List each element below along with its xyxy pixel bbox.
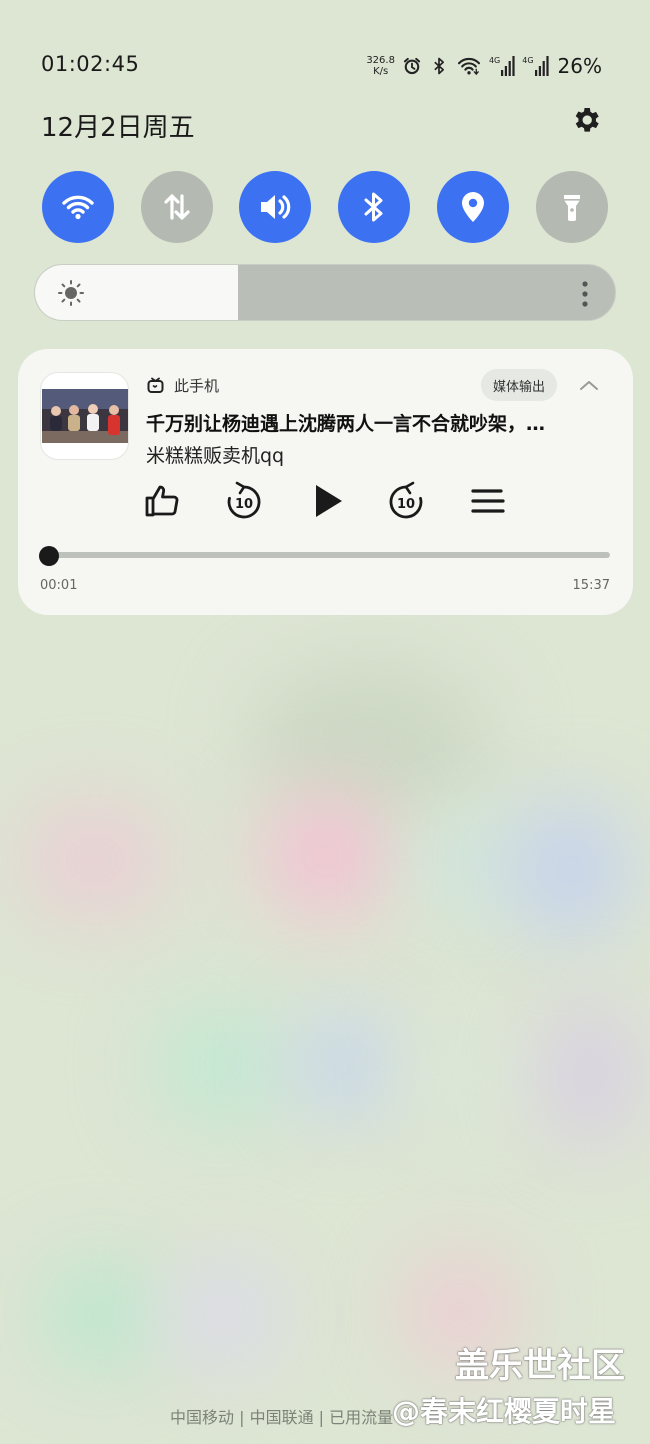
forward-10-button[interactable]: 10 [384, 479, 428, 523]
media-source-label: 此手机 [174, 376, 220, 395]
media-output-button[interactable]: 媒体输出 [481, 369, 558, 401]
svg-text:10: 10 [397, 497, 415, 512]
seek-thumb[interactable] [38, 546, 59, 566]
watermark-title: 盖乐世社区 [455, 1346, 625, 1386]
signal-tag: 4G [488, 56, 501, 65]
location-tile[interactable] [437, 171, 509, 243]
quick-settings-tiles [42, 171, 608, 243]
rewind-10-icon: 10 [227, 481, 261, 519]
chevron-up-icon[interactable] [577, 374, 601, 398]
wifi-icon [456, 56, 482, 76]
sound-tile[interactable] [239, 171, 311, 243]
date-label: 12月2日周五 [41, 113, 195, 143]
watermark-author: @春末红樱夏时星 [392, 1395, 617, 1428]
media-source: 此手机 [147, 375, 219, 395]
media-thumbnail[interactable] [40, 372, 129, 460]
signal-tag: 4G [522, 56, 534, 65]
wifi-tile[interactable] [42, 171, 114, 243]
seek-bar[interactable] [38, 546, 610, 566]
media-player-card: 此手机 媒体输出 千万别让杨迪遇上沈腾两人一言不合就吵架，… 米糕糕贩卖机qq … [18, 349, 633, 615]
location-pin-icon [462, 192, 484, 222]
speaker-icon [261, 195, 291, 219]
gear-icon[interactable] [570, 104, 602, 136]
like-button[interactable] [140, 479, 184, 523]
video-thumbnail-image [42, 389, 128, 443]
total-duration: 15:37 [572, 578, 610, 593]
bluetooth-icon [429, 56, 449, 76]
network-speed-value: 326.8 [366, 55, 395, 66]
play-button[interactable] [304, 479, 348, 523]
wifi-icon [62, 195, 94, 220]
thumbs-up-icon [145, 485, 179, 517]
media-controls: 10 10 [18, 479, 633, 523]
brightness-slider[interactable] [34, 264, 616, 321]
queue-button[interactable] [466, 479, 510, 523]
elapsed-time: 00:01 [40, 578, 78, 593]
play-icon [316, 485, 342, 517]
forward-10-icon: 10 [389, 481, 423, 519]
flashlight-tile[interactable] [536, 171, 608, 243]
rewind-10-button[interactable]: 10 [222, 479, 266, 523]
network-speed: 326.8 K/s [366, 55, 395, 77]
svg-text:10: 10 [235, 497, 253, 512]
sun-icon [58, 280, 84, 306]
seek-track [40, 552, 610, 558]
status-icons: 326.8 K/s 4G 4G 26% [366, 50, 602, 82]
status-time: 01:02:45 [41, 52, 140, 76]
media-artist: 米糕糕贩卖机qq [146, 445, 285, 467]
bluetooth-tile[interactable] [338, 171, 410, 243]
tv-app-icon [147, 377, 164, 393]
bluetooth-icon [364, 192, 383, 222]
more-options-icon[interactable] [581, 280, 589, 308]
network-speed-unit: K/s [373, 66, 389, 77]
flashlight-icon [564, 195, 580, 221]
carrier-info: 中国移动 | 中国联通 | 已用流量 [170, 1408, 394, 1427]
signal-icon: 4G [489, 56, 515, 76]
signal-icon: 4G [522, 56, 549, 76]
mobile-data-tile[interactable] [141, 171, 213, 243]
media-title: 千万别让杨迪遇上沈腾两人一言不合就吵架，… [146, 413, 546, 435]
queue-icon [471, 489, 505, 513]
battery-level: 26% [557, 54, 602, 78]
data-arrows-icon [164, 194, 190, 220]
alarm-icon [402, 56, 422, 76]
status-bar: 01:02:45 326.8 K/s 4G 4G 26% [0, 50, 650, 82]
